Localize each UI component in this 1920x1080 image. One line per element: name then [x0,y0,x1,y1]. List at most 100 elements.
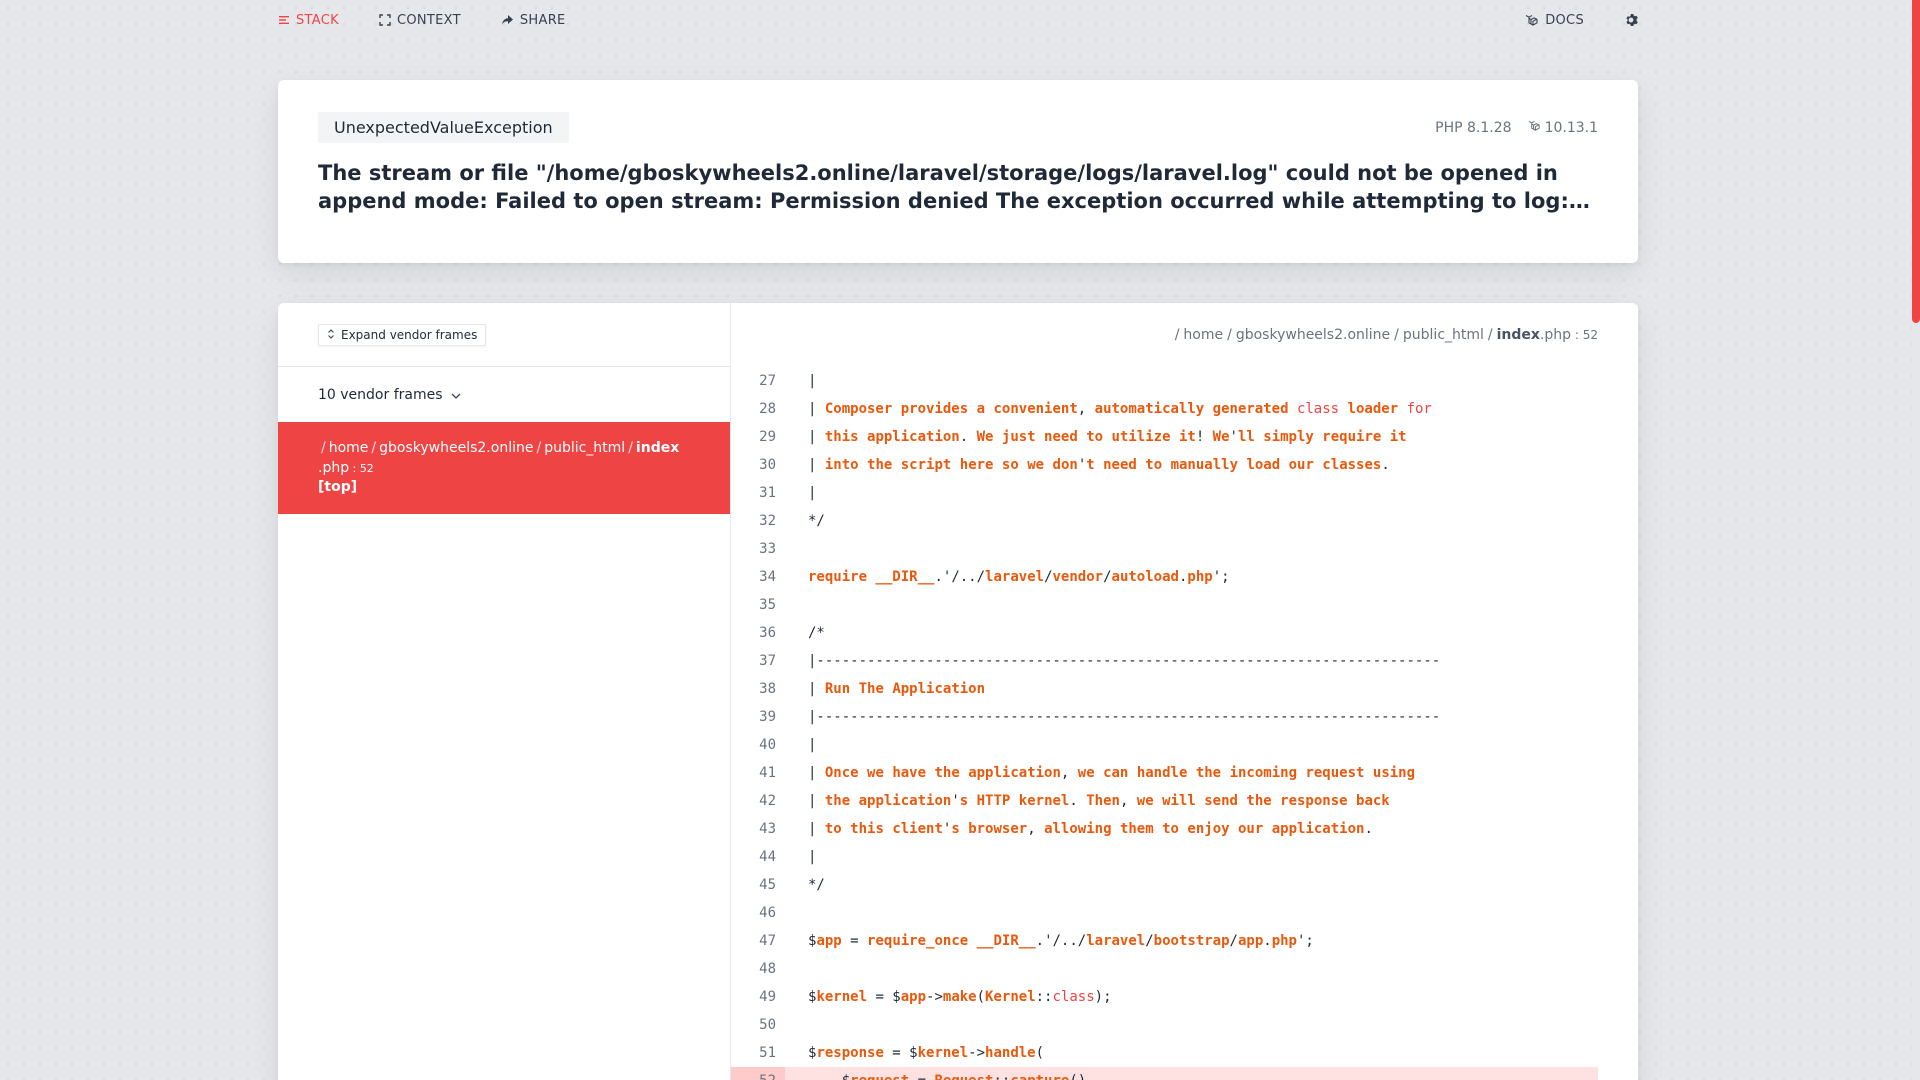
frame-line-number: 52 [359,462,374,475]
frame-path-segment: public_html [544,440,626,456]
laravel-version: 10.13.1 [1528,119,1598,136]
nav-docs-label: DOCS [1545,12,1584,28]
line-text: | into the script here so we don't need … [808,457,1390,473]
code-lines: 27 | 28 | Composer provides a convenient, a… [731,367,1638,1080]
frame-path-segment: home [328,440,369,456]
code-line: 48 [731,955,1598,983]
page-scrollbar-thumb[interactable] [1912,0,1920,323]
line-number: 52 [731,1067,785,1080]
code-line: 41 | Once we have the application, we can… [731,759,1598,787]
line-text: | [808,849,817,865]
line-number: 49 [759,989,776,1005]
code-line: 39 |-------------------------------------… [731,703,1598,731]
expand-vendor-frames-button[interactable]: Expand vendor frames [318,323,487,346]
code-line: 51 $response = $kernel->handle( [731,1039,1598,1067]
line-text: | [808,737,817,753]
line-number: 37 [759,653,776,669]
code-line: 36 /* [731,619,1598,647]
line-text: | Run The Application [808,681,986,697]
line-number: 44 [759,849,776,865]
exception-message: The stream or file "/home/gboskywheels2.… [318,161,1569,213]
line-text: | Once we have the application, we can h… [808,765,1416,781]
line-number: 40 [759,737,776,753]
frame-file-name: index [635,440,680,456]
code-line: 49 $kernel = $app->make(Kernel::class); [731,983,1598,1011]
stack-frame-selected[interactable]: / home / gboskywheels2.online / public_html / i… [278,422,730,514]
code-line: 35 [731,591,1598,619]
line-number: 33 [759,541,776,557]
line-number: 29 [759,429,776,445]
line-number: 30 [759,457,776,473]
line-number: 43 [759,821,776,837]
stack-card: Expand vendor frames 10 vendor frames / h… [278,303,1638,1080]
line-number: 35 [759,597,776,613]
code-line: 44 | [731,843,1598,871]
page-scrollbar[interactable] [1912,0,1920,1080]
frame-file-ext: .php [318,460,350,476]
code-line: 28 | Composer provides a convenient, auto… [731,395,1598,423]
line-text: |---------------------------------------… [808,709,1441,725]
code-line: 40 | [731,731,1598,759]
code-line: 38 | Run The Application [731,675,1598,703]
code-path-segment: public_html [1402,327,1484,343]
code-panel: / home / gboskywheels2.online / public_html / i… [731,303,1638,1080]
frames-toolbar: Expand vendor frames [278,303,730,367]
chevron-up-down-icon [327,328,335,342]
code-line-highlighted: 52 $request = Request::capture() [731,1067,1598,1080]
line-text: | the application's HTTP kernel. Then, w… [808,793,1390,809]
share-icon [501,14,514,26]
code-line: 30 | into the script here so we don't nee… [731,451,1598,479]
nav-right: DOCS [1525,13,1638,28]
line-text: /* [808,625,825,641]
line-number: 39 [759,709,776,725]
nav-tab-stack-label: STACK [296,12,339,28]
line-text: | Composer provides a convenient, automa… [808,401,1432,417]
line-number: 28 [759,401,776,417]
line-text: | to this client's browser, allowing the… [808,821,1373,837]
line-text: | this application. We just need to util… [808,429,1407,445]
laravel-logo-icon [1525,13,1539,27]
nav-docs-link[interactable]: DOCS [1525,13,1584,28]
line-number: 41 [759,765,776,781]
line-number: 31 [759,485,776,501]
code-line: 43 | to this client's browser, allowing t… [731,815,1598,843]
version-info: PHP 8.1.28 10.13.1 [1435,119,1598,136]
laravel-version-label: 10.13.1 [1544,119,1598,136]
code-line-number: 52 [1582,328,1598,342]
exception-header: UnexpectedValueException PHP 8.1.28 10.1… [318,112,1598,143]
frames-panel: Expand vendor frames 10 vendor frames / h… [278,303,731,1080]
code-file-path: / home / gboskywheels2.online / public_html / i… [1174,327,1598,343]
line-number: 36 [759,625,776,641]
frame-top-tag: [top] [318,479,358,495]
vendor-frames-label: 10 vendor frames [318,386,443,403]
expand-icon [379,14,391,26]
code-line: 29 | this application. We just need to ut… [731,423,1598,451]
exception-card: UnexpectedValueException PHP 8.1.28 10.1… [278,80,1638,263]
php-version: PHP 8.1.28 [1435,119,1512,136]
code-path-segment: home [1183,327,1224,343]
line-text: $app = require_once __DIR__.'/../laravel… [808,933,1314,949]
line-number: 45 [759,877,776,893]
expand-vendor-frames-label: Expand vendor frames [341,327,478,342]
line-text: | [808,485,817,501]
nav-tab-stack[interactable]: STACK [278,13,339,28]
line-number: 42 [759,793,776,809]
code-line: 50 [731,1011,1598,1039]
settings-button[interactable] [1624,13,1638,27]
code-line: 37 |-------------------------------------… [731,647,1598,675]
line-number: 38 [759,681,776,697]
exception-class: UnexpectedValueException [318,112,569,143]
line-number: 50 [759,1017,776,1033]
code-line: 32 */ [731,507,1598,535]
code-file-ext: .php [1539,327,1572,343]
line-text: */ [808,513,825,529]
line-number: 48 [759,961,776,977]
line-text: require __DIR__.'/../laravel/vendor/auto… [808,569,1230,585]
vendor-frames-toggle[interactable]: 10 vendor frames [278,367,730,422]
gear-icon [1624,13,1638,27]
line-text: $kernel = $app->make(Kernel::class); [808,989,1112,1005]
nav-tab-share[interactable]: SHARE [501,13,566,28]
line-text: $request = Request::capture() [785,1073,1087,1080]
line-number: 27 [759,373,776,389]
nav-tab-context[interactable]: CONTEXT [379,13,461,28]
